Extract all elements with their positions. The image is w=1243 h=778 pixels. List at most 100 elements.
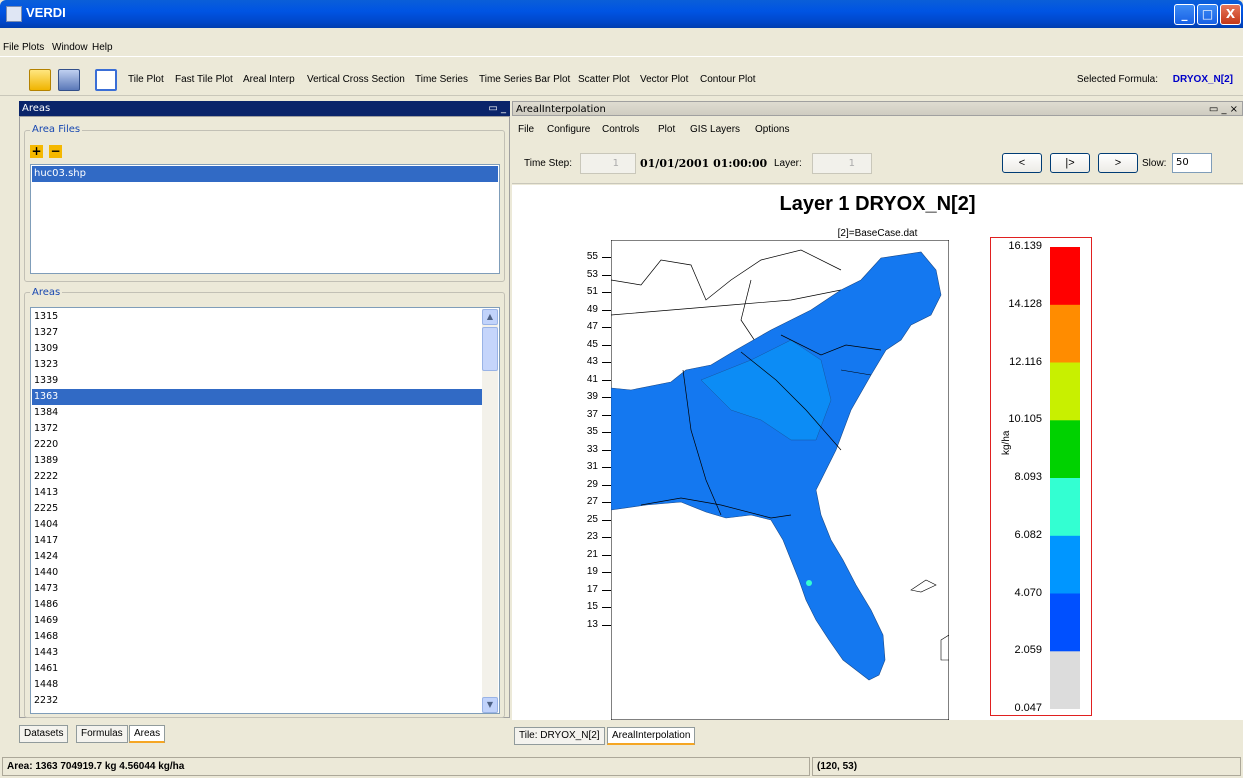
plot-menu-options[interactable]: Options [755, 124, 789, 135]
area-files-title: Area Files [30, 124, 83, 135]
time-step-spinner[interactable]: 1 [580, 153, 636, 174]
layer-spinner[interactable]: 1 [812, 153, 872, 174]
legend-tick-label: 4.070 [1014, 586, 1042, 599]
area-list-item[interactable]: 1384 [32, 405, 484, 421]
scatter-plot-button[interactable]: Scatter Plot [578, 74, 630, 85]
area-list-item[interactable]: 1372 [32, 421, 484, 437]
next-step-button[interactable]: > [1098, 153, 1138, 173]
panel-controls-icon[interactable]: ▭ _ × [1209, 102, 1238, 117]
areas-scrollbar[interactable]: ▲ ▼ [482, 309, 498, 713]
tab-datasets[interactable]: Datasets [19, 725, 69, 743]
areas-list[interactable]: 1315 1327 1309 1323 1339 1363 1384 1372 2220 1389… [30, 307, 500, 714]
area-list-item[interactable]: 2222 [32, 469, 484, 485]
area-list-item[interactable]: 1327 [32, 325, 484, 341]
area-list-item[interactable]: 1468 [32, 629, 484, 645]
legend-color-swatch [1050, 478, 1080, 537]
menu-plots[interactable]: Plots [22, 42, 44, 53]
legend-tick-label: 12.116 [1009, 355, 1042, 368]
tab-formulas[interactable]: Formulas [76, 725, 128, 743]
y-tick-label: 55 [586, 251, 598, 262]
remove-area-file-button[interactable]: − [49, 145, 62, 158]
plot-menu-gis-layers[interactable]: GIS Layers [690, 124, 740, 135]
play-button[interactable]: |> [1050, 153, 1090, 173]
area-list-item[interactable]: 1363 [32, 389, 484, 405]
y-tick-mark [602, 484, 611, 486]
area-list-item[interactable]: 1469 [32, 613, 484, 629]
contour-plot-button[interactable]: Contour Plot [700, 74, 756, 85]
tab-areas[interactable]: Areas [129, 725, 166, 743]
tile-plot-button[interactable]: Tile Plot [128, 74, 164, 85]
y-tick-mark [602, 589, 611, 591]
area-list-item[interactable]: 1461 [32, 661, 484, 677]
area-list-item[interactable]: 1323 [32, 357, 484, 373]
legend-color-bar [1050, 247, 1080, 709]
area-list-item[interactable]: 1389 [32, 453, 484, 469]
area-list-item[interactable]: 1315 [32, 309, 484, 325]
areal-interp-button[interactable]: Areal Interp [243, 74, 295, 85]
area-list-item[interactable]: 1404 [32, 517, 484, 533]
panel-controls-icon[interactable]: ▭ _ [488, 101, 506, 116]
area-list-item[interactable]: 1473 [32, 581, 484, 597]
time-series-bar-plot-button[interactable]: Time Series Bar Plot [479, 74, 570, 85]
open-folder-icon[interactable] [29, 69, 51, 91]
legend-color-swatch [1050, 247, 1080, 306]
y-tick-label: 25 [586, 513, 598, 525]
scroll-up-icon[interactable]: ▲ [482, 309, 498, 325]
scroll-thumb[interactable] [482, 327, 498, 371]
close-button[interactable]: X [1220, 4, 1241, 25]
menu-help[interactable]: Help [92, 42, 113, 53]
y-tick-label: 37 [586, 408, 598, 420]
save-disk-icon[interactable] [58, 69, 80, 91]
y-tick-label: 45 [586, 338, 598, 350]
area-list-item[interactable]: 1413 [32, 485, 484, 501]
y-tick-mark [602, 274, 611, 276]
menu-file[interactable]: File [3, 42, 19, 53]
maximize-button[interactable]: □ [1197, 4, 1218, 25]
map-plot[interactable] [611, 240, 949, 720]
y-tick-mark [602, 467, 611, 468]
area-file-item[interactable]: huc03.shp [32, 166, 498, 182]
time-series-button[interactable]: Time Series [415, 74, 468, 85]
zoom-extent-icon[interactable] [95, 69, 117, 91]
area-list-item[interactable]: 2220 [32, 437, 484, 453]
fast-tile-plot-button[interactable]: Fast Tile Plot [175, 74, 233, 85]
area-list-item[interactable]: 1486 [32, 597, 484, 613]
vertical-cross-section-button[interactable]: Vertical Cross Section [307, 74, 405, 85]
vector-plot-button[interactable]: Vector Plot [640, 74, 688, 85]
area-list-item[interactable]: 1440 [32, 565, 484, 581]
y-tick-label: 31 [586, 461, 598, 472]
plot-menu-plot[interactable]: Plot [658, 124, 675, 135]
tab-tile-plot[interactable]: Tile: DRYOX_N[2] [514, 727, 605, 745]
y-tick-mark [602, 519, 611, 521]
plot-menu-configure[interactable]: Configure [547, 124, 590, 135]
area-list-item[interactable]: 2225 [32, 501, 484, 517]
plot-canvas[interactable]: Layer 1 DRYOX_N[2] [2]=BaseCase.dat 55 53… [512, 185, 1243, 720]
y-tick-label: 47 [586, 321, 598, 332]
area-list-item[interactable]: 1339 [32, 373, 484, 389]
area-list-item[interactable]: 1424 [32, 549, 484, 565]
y-tick-label: 35 [586, 426, 598, 437]
y-tick-mark [602, 362, 611, 363]
y-tick-label: 19 [586, 566, 598, 577]
legend-tick-label: 14.128 [1008, 297, 1042, 310]
area-list-item[interactable]: 1309 [32, 341, 484, 357]
y-tick-mark [602, 572, 611, 573]
area-list-item[interactable]: 1448 [32, 677, 484, 693]
plot-menu-file[interactable]: File [518, 124, 534, 135]
menu-bar: File Plots Window Help [0, 28, 1243, 56]
add-area-file-button[interactable]: + [30, 145, 43, 158]
area-list-item[interactable]: 1443 [32, 645, 484, 661]
tab-areal-interpolation[interactable]: ArealInterpolation [607, 727, 696, 745]
menu-window[interactable]: Window [52, 42, 88, 53]
area-files-list[interactable]: huc03.shp [30, 164, 500, 274]
y-tick-label: 53 [586, 268, 598, 280]
y-tick-label: 27 [586, 496, 598, 507]
minimize-button[interactable]: _ [1174, 4, 1195, 25]
area-list-item[interactable]: 1417 [32, 533, 484, 549]
area-list-item[interactable]: 2232 [32, 693, 484, 709]
scroll-down-icon[interactable]: ▼ [482, 697, 498, 713]
plot-menu-controls[interactable]: Controls [602, 124, 639, 135]
previous-step-button[interactable]: < [1002, 153, 1042, 173]
slow-input[interactable]: 50 [1172, 153, 1212, 173]
high-value-spot [806, 580, 812, 586]
